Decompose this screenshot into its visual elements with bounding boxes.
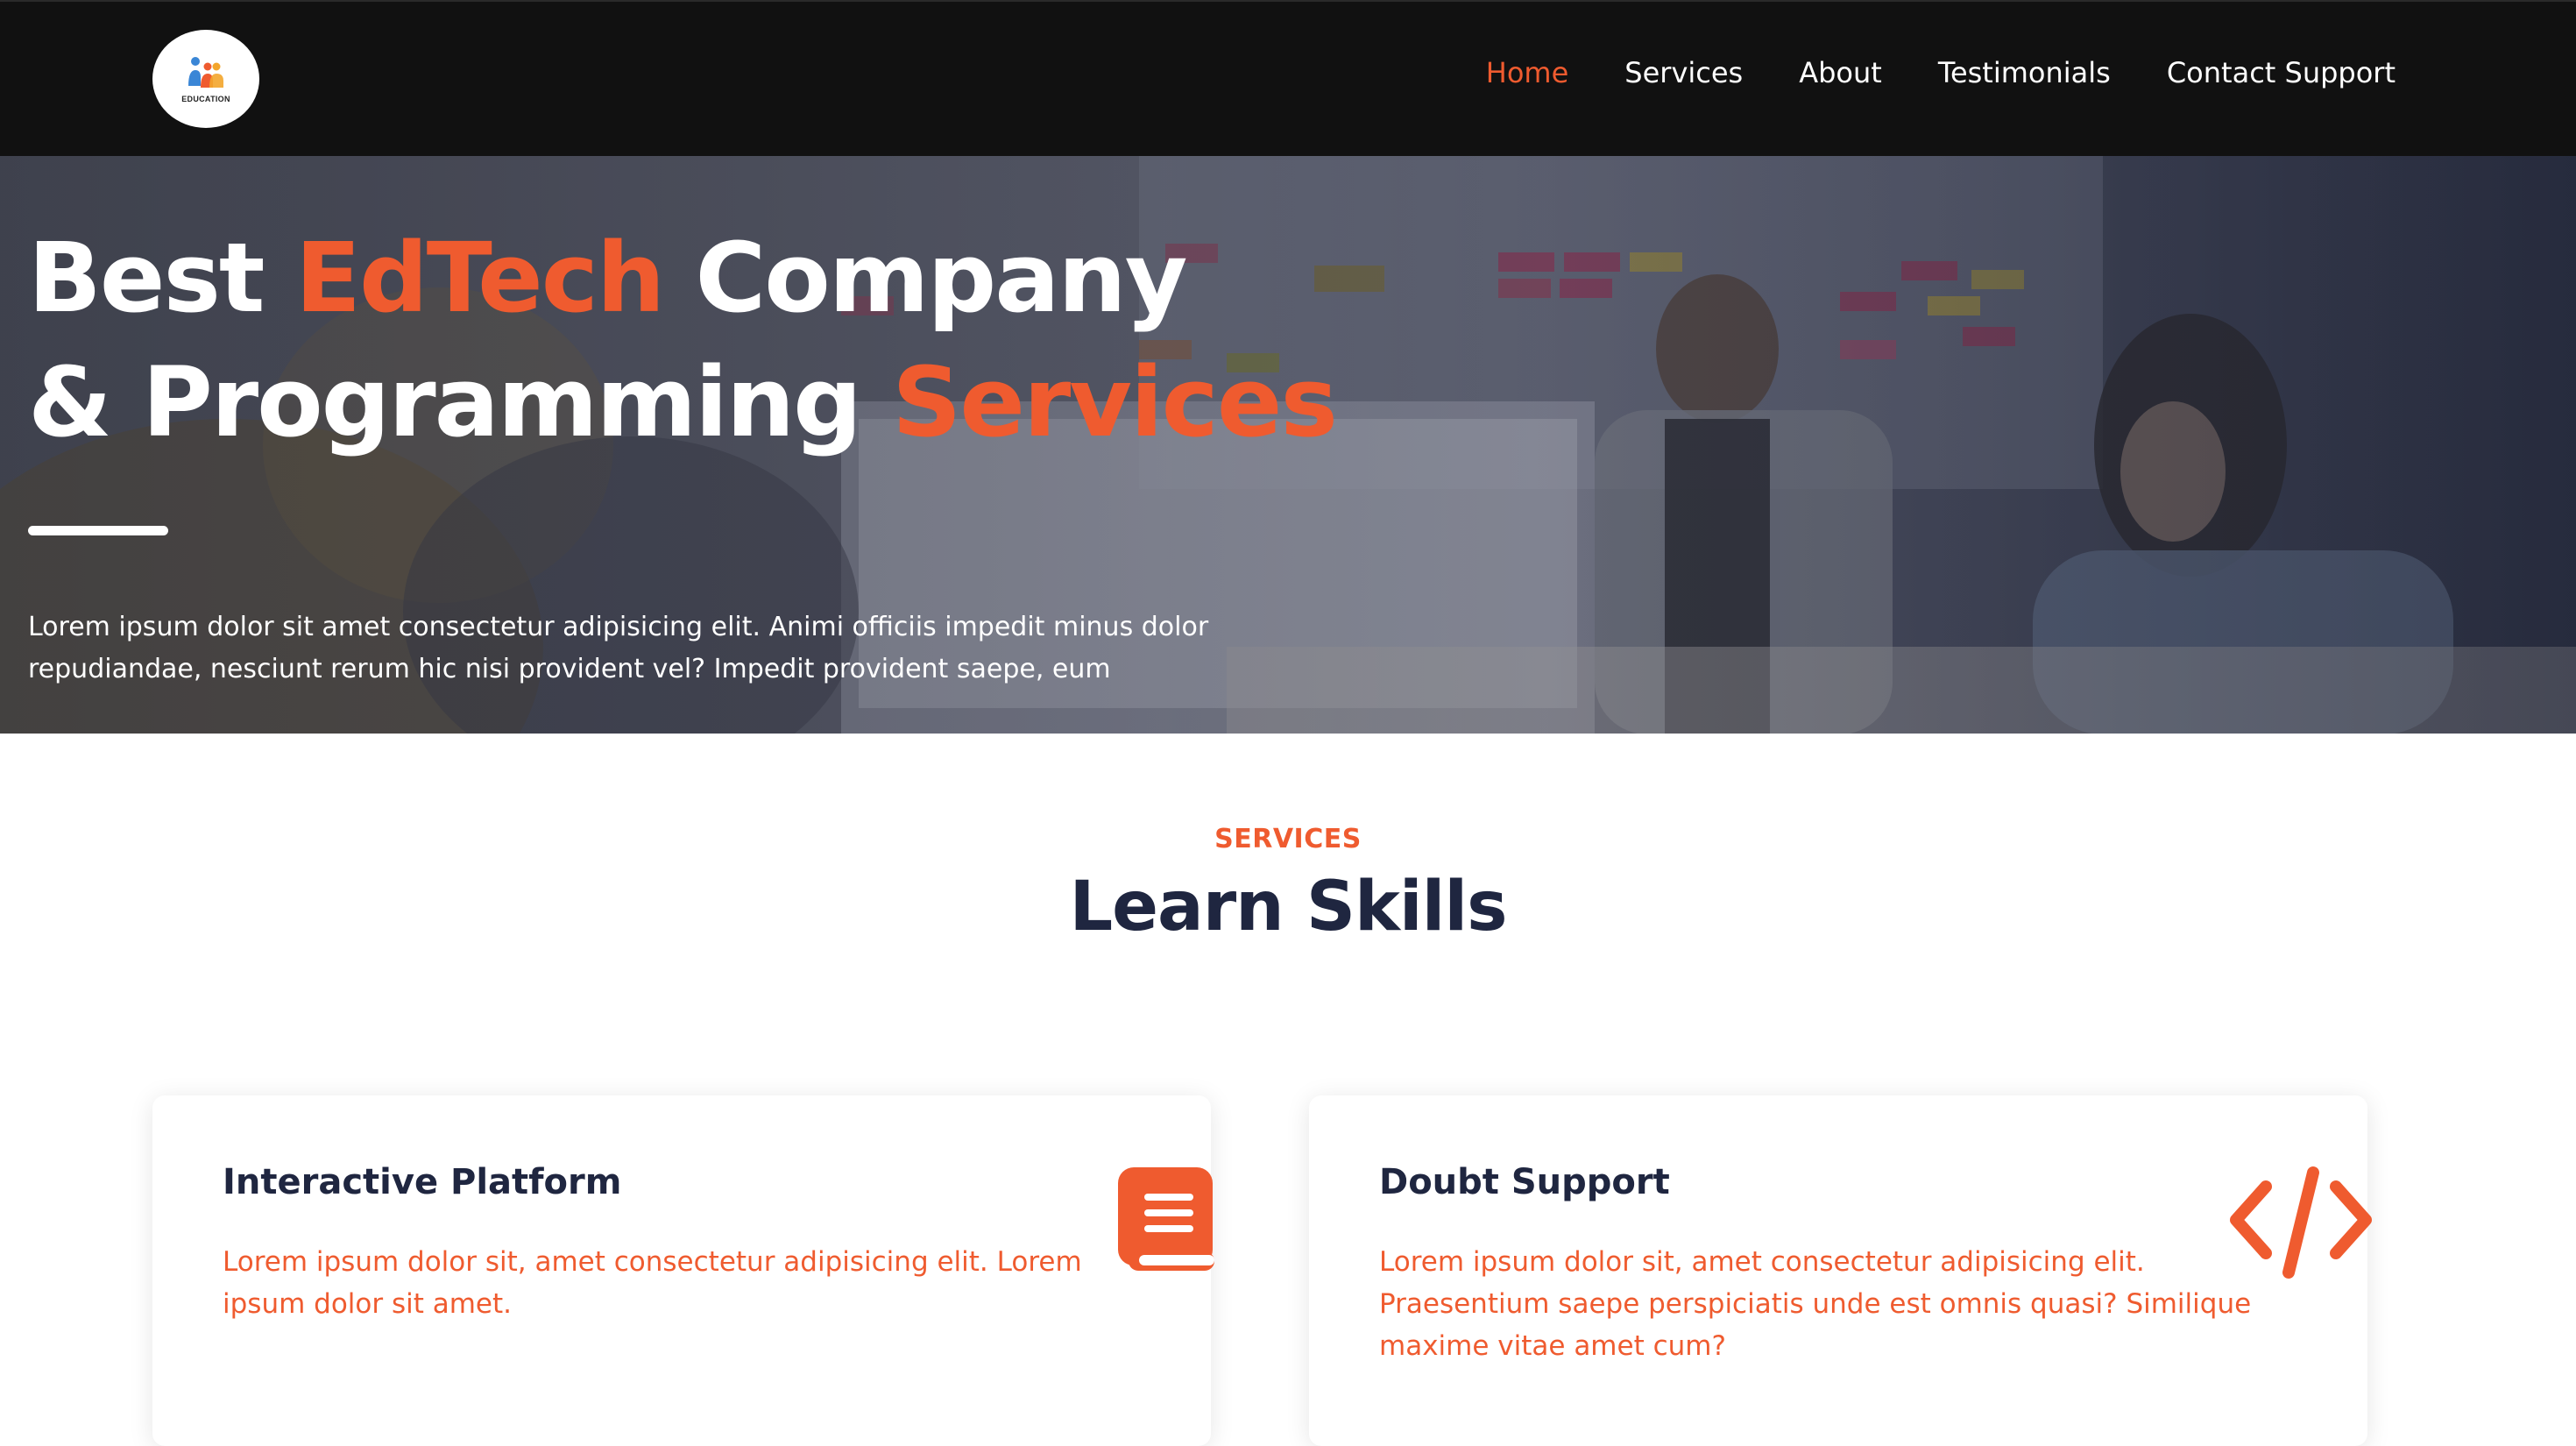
brand-logo[interactable]: EDUCATION [152,30,259,128]
nav-item-testimonials[interactable]: Testimonials [1938,56,2111,89]
hero-description: Lorem ipsum dolor sit amet consectetur a… [28,612,1209,684]
logo-text: EDUCATION [181,95,230,103]
card-description: Lorem ipsum dolor sit, amet consectetur … [223,1246,1082,1320]
card-title: Interactive Platform [223,1162,622,1202]
nav-item-services[interactable]: Services [1624,56,1743,89]
code-icon [2230,1166,2372,1279]
nav-item-contact-support[interactable]: Contact Support [2167,56,2396,89]
section-tag: SERVICES [1214,824,1362,854]
book-icon [1118,1167,1214,1271]
hero-title-accent: EdTech [294,222,665,334]
hero-title-text: & Programming [28,346,893,458]
section-title: Learn Skills [1069,868,1507,946]
navbar: EDUCATION Home Services About Testimonia… [0,0,2576,156]
hero-divider [28,526,168,535]
education-logo-icon [188,57,223,88]
nav-item-home[interactable]: Home [1486,56,1569,89]
card-title: Doubt Support [1379,1162,1670,1202]
hero-title-accent: Services [892,346,1338,458]
hero-title-text: Best [28,222,295,334]
hero-title: Best EdTech Company & Programming Servic… [28,216,1338,464]
nav-item-about[interactable]: About [1799,56,1882,89]
service-card-interactive-platform[interactable]: Interactive Platform Lorem ipsum dolor s… [152,1095,1214,1446]
hero-section: Best EdTech Company & Programming Servic… [0,156,2576,734]
hero-title-text: Company [663,222,1188,334]
card-description: Lorem ipsum dolor sit, amet consectetur … [1379,1246,2252,1362]
service-card-doubt-support[interactable]: Doubt Support Lorem ipsum dolor sit, ame… [1309,1095,2372,1446]
main-nav: Home Services About Testimonials Contact… [1486,56,2396,89]
